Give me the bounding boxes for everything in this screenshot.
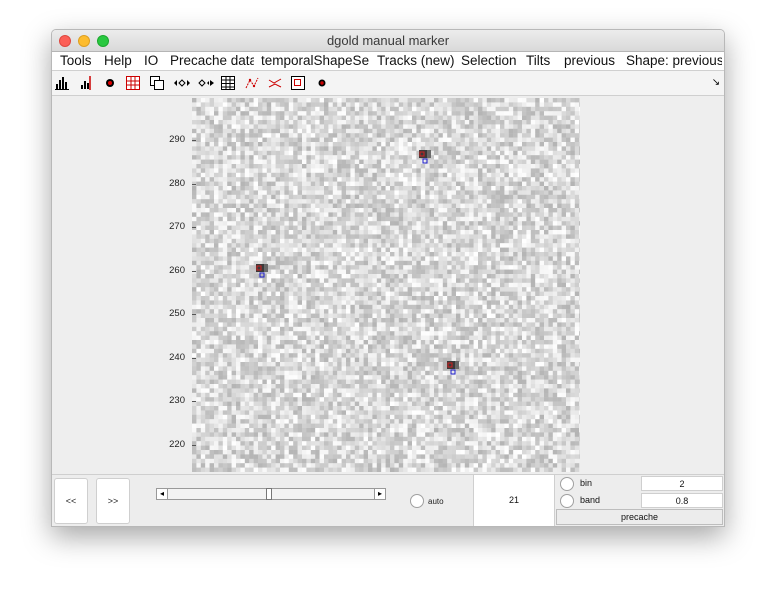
- y-tick-mark: [192, 357, 196, 359]
- auto-radio[interactable]: [410, 494, 424, 508]
- y-tick-mark: [192, 140, 196, 141]
- toolbar: ↘: [52, 71, 724, 96]
- band-row: band 0.8: [556, 493, 724, 509]
- y-tick-label: 290: [169, 134, 185, 145]
- particle-image[interactable]: [192, 98, 580, 472]
- bin-row: bin 2: [556, 476, 724, 492]
- y-tick-label: 280: [169, 177, 185, 189]
- menu-tracks-new[interactable]: Tracks (new): [377, 53, 455, 68]
- menu-io[interactable]: IO: [144, 53, 158, 68]
- menu-shape-previous[interactable]: Shape: previous: [626, 53, 722, 68]
- copy-windows-icon[interactable]: [149, 75, 165, 91]
- precache-button[interactable]: precache: [556, 509, 723, 525]
- menu-tilts[interactable]: Tilts: [526, 53, 550, 68]
- y-tick-mark: [192, 314, 196, 315]
- slider-thumb[interactable]: [266, 488, 272, 500]
- diamond-arrows-right-icon[interactable]: [196, 75, 216, 91]
- y-tick-mark: [192, 227, 196, 228]
- menu-temporal-shape[interactable]: temporalShapeSe: [261, 53, 371, 68]
- window-title: dgold manual marker: [326, 33, 450, 48]
- box-select-icon[interactable]: [290, 75, 306, 91]
- table-icon[interactable]: [220, 75, 236, 91]
- band-field[interactable]: 0.8: [641, 493, 723, 508]
- y-tick-label: 250: [169, 308, 185, 319]
- y-tick-label: 270: [169, 221, 185, 232]
- title-bar[interactable]: dgold manual marker: [52, 30, 724, 52]
- menu-precache-data[interactable]: Precache data: [170, 53, 254, 68]
- next-frame-button[interactable]: >>: [96, 478, 130, 524]
- frame-slider[interactable]: ◂ ▸: [156, 488, 386, 500]
- frame-number: 21: [508, 495, 519, 505]
- marker-dot-icon[interactable]: [314, 75, 330, 91]
- y-tick-label: 260: [169, 264, 185, 276]
- band-label: band: [580, 495, 601, 505]
- y-tick-mark: [192, 401, 196, 402]
- scatter-lines-icon[interactable]: [244, 75, 260, 91]
- menu-bar: Tools Help IO Precache data temporalShap…: [52, 52, 724, 71]
- bin-field[interactable]: 2: [641, 476, 723, 491]
- grid-red-icon[interactable]: [125, 75, 141, 91]
- auto-label: auto: [428, 497, 444, 506]
- y-tick-label: 220: [169, 438, 185, 450]
- bin-label: bin: [580, 478, 593, 488]
- band-radio[interactable]: [560, 494, 574, 508]
- app-window: dgold manual marker Tools Help IO Precac…: [51, 29, 725, 527]
- slider-right-arrow[interactable]: ▸: [374, 489, 385, 499]
- y-tick-mark: [192, 270, 196, 272]
- menu-tools[interactable]: Tools: [60, 53, 92, 68]
- diamond-arrows-icon[interactable]: [172, 75, 192, 91]
- image-axes: 290 280 270 260 250 240 230 220: [52, 96, 724, 474]
- menu-selection[interactable]: Selection: [461, 53, 517, 68]
- bin-radio[interactable]: [560, 477, 574, 491]
- y-tick-label: 240: [169, 351, 185, 363]
- control-panel: << >> ◂ ▸ auto 21 bin 2 band 0.8 precach…: [52, 474, 724, 526]
- previous-frame-button[interactable]: <<: [54, 478, 88, 524]
- y-tick-mark: [192, 444, 196, 446]
- histogram-cursor-icon[interactable]: [78, 75, 94, 91]
- menu-help[interactable]: Help: [104, 53, 132, 68]
- histogram-icon[interactable]: [54, 75, 70, 91]
- frame-number-display: 21: [473, 475, 555, 526]
- menu-previous[interactable]: previous: [564, 53, 615, 68]
- y-tick-mark: [192, 183, 196, 185]
- slider-left-arrow[interactable]: ◂: [157, 489, 168, 499]
- y-tick-label: 230: [169, 395, 185, 406]
- toolbar-overflow-icon[interactable]: ↘: [708, 75, 724, 91]
- lines-icon[interactable]: [267, 75, 283, 91]
- red-dot-icon[interactable]: [102, 75, 118, 91]
